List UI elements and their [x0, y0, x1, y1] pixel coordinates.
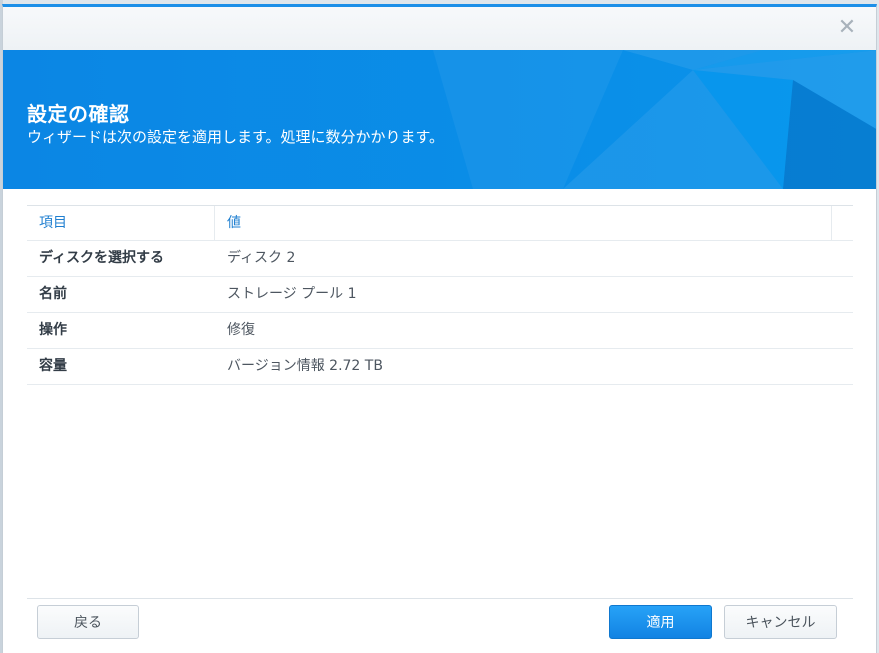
column-header-spacer: [832, 206, 853, 240]
grid-header: 項目 値: [27, 206, 853, 241]
banner-subtitle: ウィザードは次の設定を適用します。処理に数分かかります。: [27, 128, 445, 146]
row-key: 操作: [39, 322, 67, 338]
row-value: 修復: [227, 322, 255, 338]
settings-grid: 項目 値 ディスクを選択する ディスク 2 名前 ストレージ プール 1 操作 …: [27, 205, 853, 385]
close-icon[interactable]: ✕: [836, 17, 858, 39]
table-row: 操作 修復: [27, 313, 853, 349]
cancel-button[interactable]: キャンセル: [724, 605, 837, 639]
wizard-banner: 設定の確認 ウィザードは次の設定を適用します。処理に数分かかります。: [3, 50, 876, 189]
column-header-value[interactable]: 値: [215, 206, 832, 240]
row-value: ストレージ プール 1: [227, 286, 357, 302]
table-row: 名前 ストレージ プール 1: [27, 277, 853, 313]
table-row: 容量 バージョン情報 2.72 TB: [27, 349, 853, 385]
row-key: 名前: [39, 286, 67, 302]
banner-background-graphic: [3, 50, 876, 189]
row-value: バージョン情報 2.72 TB: [227, 358, 383, 374]
back-button[interactable]: 戻る: [37, 605, 139, 639]
column-header-item[interactable]: 項目: [27, 206, 215, 240]
confirm-settings-dialog: ✕ 設定の確認 ウィザードは次の設定を適用します。処理に数分かかります。 項目 …: [2, 4, 877, 653]
row-key: 容量: [39, 358, 67, 374]
table-row: ディスクを選択する ディスク 2: [27, 241, 853, 277]
apply-button[interactable]: 適用: [609, 605, 712, 639]
dialog-footer-divider: [27, 598, 853, 599]
row-key: ディスクを選択する: [39, 250, 165, 266]
banner-title: 設定の確認: [27, 102, 130, 126]
dialog-titlebar: ✕: [3, 7, 876, 50]
row-value: ディスク 2: [227, 250, 296, 266]
